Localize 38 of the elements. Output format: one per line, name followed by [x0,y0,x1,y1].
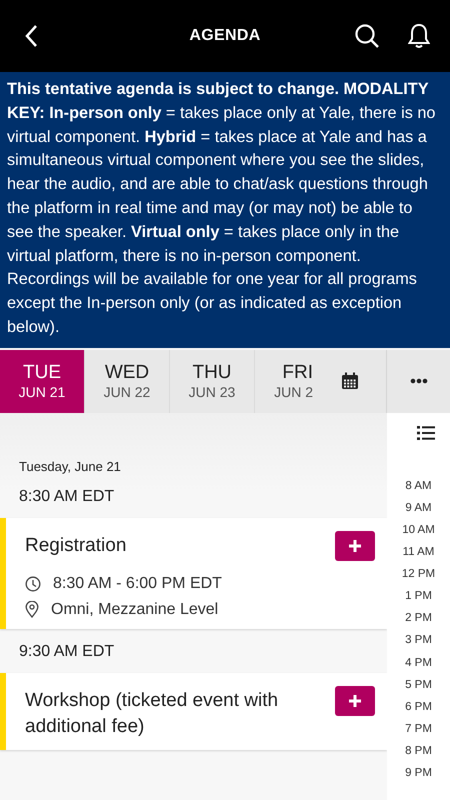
event-title: Registration [25,534,128,558]
day-tab[interactable]: TUE JUN 21 [0,350,85,413]
hour-index-label[interactable]: 9 PM [405,762,432,784]
event-location: Omni, Mezzanine Level [51,600,218,619]
clock-icon [25,576,41,592]
screen-title: AGENDA [188,27,262,45]
event-card[interactable]: Registration 8:30 AM - 6:00 PM EDT Omni, Mezzanine Level [0,518,387,629]
hour-index-label[interactable]: 11 AM [402,541,434,564]
hour-index-label[interactable]: 4 PM [405,652,432,674]
time-slot-heading: 8:30 AM EDT [18,486,116,507]
add-button[interactable] [335,530,375,561]
hour-index-label[interactable]: 9 AM [405,496,432,519]
hour-index-label[interactable]: 7 PM [405,718,432,740]
hour-index-label[interactable]: 3 PM [405,629,432,652]
bell-icon[interactable] [408,23,430,49]
hour-index-label[interactable]: 12 PM [402,563,436,586]
calendar-icon [340,372,358,390]
hour-index-label[interactable]: 6 PM [405,696,432,718]
event-card[interactable]: Workshop (ticketed event with additional fee) [0,672,387,750]
hour-index-label[interactable]: 10 AM [402,518,435,542]
date-heading: Tuesday, June 21 [18,458,122,474]
hour-index-label[interactable]: 8 AM [405,474,432,497]
plus-icon [348,694,362,708]
location-pin-icon [25,601,39,618]
time-slot-heading: 9:30 AM EDT [18,642,116,662]
more-icon [410,378,428,384]
hour-index-label[interactable]: 8 PM [405,740,432,762]
add-button[interactable] [335,686,375,716]
event-time: 8:30 AM - 6:00 PM EDT [53,574,222,593]
hour-index-label[interactable]: 5 PM [405,674,432,696]
event-title: Workshop (ticketed event with additional fee) [25,688,280,739]
hour-index-label[interactable]: 1 PM [405,585,432,608]
search-icon[interactable] [354,23,380,49]
back-icon[interactable] [24,24,38,48]
hour-index-label[interactable]: 2 PM [405,607,432,630]
list-icon[interactable] [416,424,434,441]
notice-text: This tentative agenda is subject to change. MODALITY KEY: In-person only = takes place only at Yale, there is no virtual component. Hybrid = takes place at Yale and has a simultaneous virtual component where you see the slides, hear the audio, and are able to chat/ask questions through the platform in real time and may (or may not) be able to see the speaker. Virtual only = takes place only in the virtual platform, there is no in-person component. Recordings will be available for one year for all programs except the In-person only (or as indicated as exception below). [7,79,436,338]
plus-icon [348,538,362,553]
